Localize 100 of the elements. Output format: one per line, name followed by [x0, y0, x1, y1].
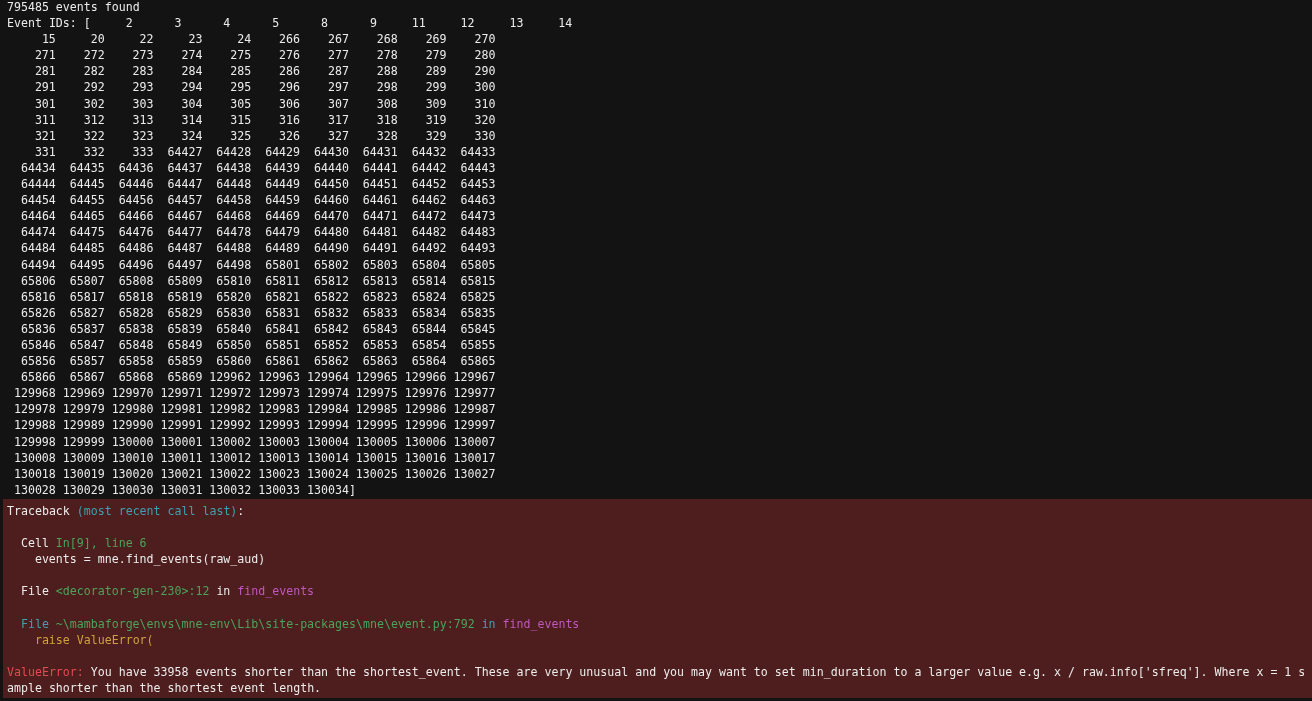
- event-id: 65865: [460, 353, 496, 370]
- event-id: 306: [279, 95, 301, 112]
- event-id: 129998: [13, 433, 56, 450]
- event-id: 280: [474, 47, 496, 64]
- event-id: 64459: [265, 192, 301, 209]
- event-id: 64482: [411, 224, 447, 241]
- event-id: 65866: [20, 369, 56, 386]
- event-id: 65809: [167, 272, 203, 289]
- event-id: 64487: [167, 240, 203, 257]
- event-id: 285: [230, 63, 252, 80]
- event-id: 65868: [118, 369, 154, 386]
- event-id: 314: [181, 111, 203, 128]
- event-id: 24: [237, 31, 252, 48]
- event-id: 64444: [20, 176, 56, 193]
- event-id: 130019: [62, 465, 105, 482]
- event-id: 64497: [167, 256, 203, 273]
- event-id: 64454: [20, 192, 56, 209]
- frame-in-keyword: in: [481, 615, 496, 632]
- event-id: 64462: [411, 192, 447, 209]
- event-id: 130013: [258, 449, 301, 466]
- event-id: 64458: [216, 192, 252, 209]
- event-id: 64435: [69, 159, 105, 177]
- event-id: 130030: [111, 481, 154, 498]
- error-message: ValueError: You have 33958 events shorter than the shortest_event. These are very unusual and you may want to set min_duration to a larger value e.g. x / raw.info['sfreq']. Where x = 1 sample shorter than the shortest event length.: [7, 663, 1307, 697]
- event-id: 284: [181, 63, 203, 80]
- event-id: 65847: [69, 336, 105, 354]
- event-id: 3: [174, 15, 182, 32]
- event-id: 289: [425, 63, 447, 80]
- frame-label: File: [20, 583, 49, 600]
- event-id: 130000: [111, 433, 154, 450]
- event-id: 65859: [167, 353, 203, 370]
- event-id: 129973: [258, 385, 301, 402]
- event-id: 302: [83, 95, 105, 112]
- event-id: 65829: [167, 304, 203, 321]
- frame-location: ~\mambaforge\envs\mne-env\Lib\site-packages\mne\event.py:792: [55, 615, 475, 632]
- event-id: 64490: [314, 240, 349, 257]
- event-id: 129967: [453, 369, 496, 386]
- event-id: 64467: [167, 208, 203, 225]
- event-id: 65842: [314, 320, 349, 337]
- event-id: 65853: [362, 336, 398, 354]
- event-id: 130020: [111, 465, 154, 482]
- event-id: 130005: [355, 433, 398, 450]
- event-id: 65822: [314, 288, 349, 305]
- event-id: 286: [279, 63, 301, 80]
- event-id: 64466: [118, 208, 154, 225]
- event-id: 64463: [460, 192, 496, 209]
- event-id: 64477: [167, 224, 203, 241]
- event-id: 129999: [62, 433, 105, 450]
- event-id: 65852: [314, 336, 349, 354]
- event-id: 65858: [118, 353, 154, 370]
- event-id: 321: [34, 127, 56, 144]
- event-id: 307: [327, 95, 349, 112]
- event-id: 129966: [404, 369, 447, 386]
- event-id: 65801: [265, 256, 301, 273]
- event-id: 65846: [20, 336, 56, 354]
- event-id: 65860: [216, 353, 252, 370]
- event-id: 129994: [307, 417, 349, 434]
- event-id: 328: [376, 127, 398, 144]
- event-id: 294: [181, 79, 203, 96]
- event-id: 290: [474, 63, 496, 80]
- event-id: 64472: [411, 208, 447, 225]
- event-id: 65848: [118, 336, 154, 354]
- event-id: 65820: [216, 288, 252, 305]
- event-id: 64442: [411, 159, 447, 177]
- event-id: 65816: [20, 288, 56, 305]
- event-id: 303: [132, 95, 154, 112]
- event-id: 130027: [453, 465, 496, 482]
- event-id: 64486: [118, 240, 154, 257]
- event-id: 129988: [13, 417, 56, 434]
- event-id: 315: [230, 111, 252, 128]
- event-id: 65841: [265, 320, 301, 337]
- event-id: 292: [83, 79, 105, 96]
- event-id: 130004: [307, 433, 349, 450]
- event-id: 130015: [355, 449, 398, 466]
- event-id: 130024: [307, 465, 349, 482]
- event-id: 269: [425, 31, 447, 48]
- event-id: 64491: [362, 240, 398, 257]
- open-bracket: [: [83, 15, 91, 32]
- event-id: 318: [376, 111, 398, 128]
- event-id: 64481: [362, 224, 398, 241]
- event-id: 130014: [307, 449, 349, 466]
- event-id: 64443: [460, 159, 496, 177]
- event-id: 129992: [209, 417, 252, 434]
- event-id: 64471: [362, 208, 398, 225]
- frame-label: Cell: [20, 535, 49, 552]
- traceback-colon: :: [237, 502, 245, 519]
- event-id: 278: [376, 47, 398, 64]
- frame-code: events = mne.find_events(raw_aud): [34, 551, 266, 568]
- event-id: 65840: [216, 320, 252, 337]
- event-id: 130011: [160, 449, 203, 466]
- event-id: 129962: [209, 369, 252, 386]
- event-id: 65810: [216, 272, 252, 289]
- event-id: 322: [83, 127, 105, 144]
- frame-location: <decorator-gen-230>:12: [55, 583, 210, 600]
- event-id: 129965: [355, 369, 398, 386]
- event-id: 65806: [20, 272, 56, 289]
- event-id: 22: [139, 31, 154, 48]
- event-id: 64492: [411, 240, 447, 257]
- event-id: 65835: [460, 304, 496, 321]
- event-id: 130006: [404, 433, 447, 450]
